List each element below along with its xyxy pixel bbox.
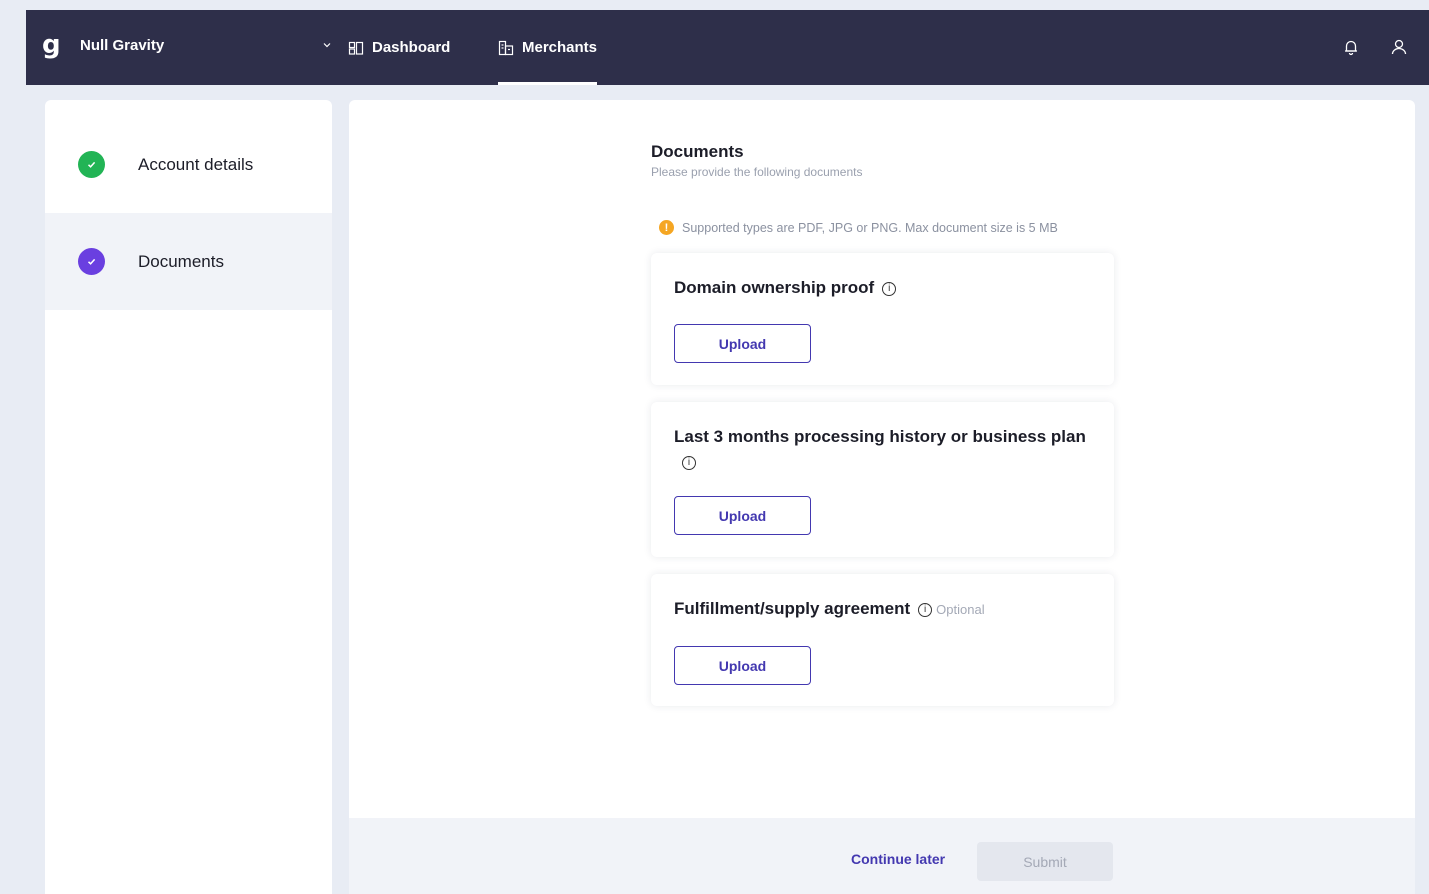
page-title: Documents [651,142,744,161]
upload-button[interactable]: Upload [674,646,811,685]
document-card-processing-history: Last 3 months processing history or busi… [651,402,1114,557]
document-card-fulfillment-agreement: Fulfillment/supply agreement i Optional Up… [651,574,1114,706]
notice-text: Supported types are PDF, JPG or PNG. Max… [682,220,1058,235]
upload-button[interactable]: Upload [674,324,811,363]
nav-merchants[interactable]: Merchants [498,10,598,85]
file-type-notice: ! Supported types are PDF, JPG or PNG. M… [659,220,1058,235]
steps-sidebar: Account details Documents [45,100,332,894]
merchants-icon [498,40,514,55]
document-title-text: Fulfillment/supply agreement [674,599,911,618]
page-subtitle: Please provide the following documents [651,165,863,179]
continue-later-link[interactable]: Continue later [851,851,945,867]
document-title: Domain ownership proof i [674,275,1094,300]
upload-button[interactable]: Upload [674,496,811,535]
step-current-check-icon [78,248,105,275]
info-icon[interactable]: i [882,282,897,296]
warning-icon: ! [659,220,674,235]
step-complete-check-icon [78,151,105,178]
document-title: Fulfillment/supply agreement i Optional [674,596,1094,622]
documents-panel: Documents Please provide the following d… [349,100,1415,894]
document-card-domain-ownership: Domain ownership proof i Upload [651,253,1114,385]
user-profile-icon[interactable] [1390,38,1408,56]
top-navigation-bar: g Null Gravity Dashboard Merchants [26,10,1429,85]
document-title-text: Domain ownership proof [674,278,875,297]
brand-name[interactable]: Null Gravity [80,37,164,54]
document-title-text: Last 3 months processing history or busi… [674,427,1086,446]
step-documents[interactable]: Documents [45,213,332,310]
nav-dashboard-label: Dashboard [372,39,451,56]
info-icon[interactable]: i [918,603,933,617]
notifications-bell-icon[interactable] [1342,38,1360,56]
brand-logo-icon[interactable]: g [42,32,62,60]
step-label: Documents [138,251,224,271]
chevron-down-icon[interactable] [322,40,332,50]
nav-dashboard[interactable]: Dashboard [348,10,450,85]
document-title: Last 3 months processing history or busi… [674,424,1094,474]
dashboard-icon [348,41,364,55]
optional-badge: Optional [936,602,985,617]
submit-button[interactable]: Submit [977,842,1113,881]
step-label: Account details [138,154,254,174]
step-account-details[interactable]: Account details [45,116,332,213]
nav-merchants-label: Merchants [522,39,598,56]
info-icon[interactable]: i [682,456,696,470]
form-footer: Continue later Submit [349,818,1415,894]
